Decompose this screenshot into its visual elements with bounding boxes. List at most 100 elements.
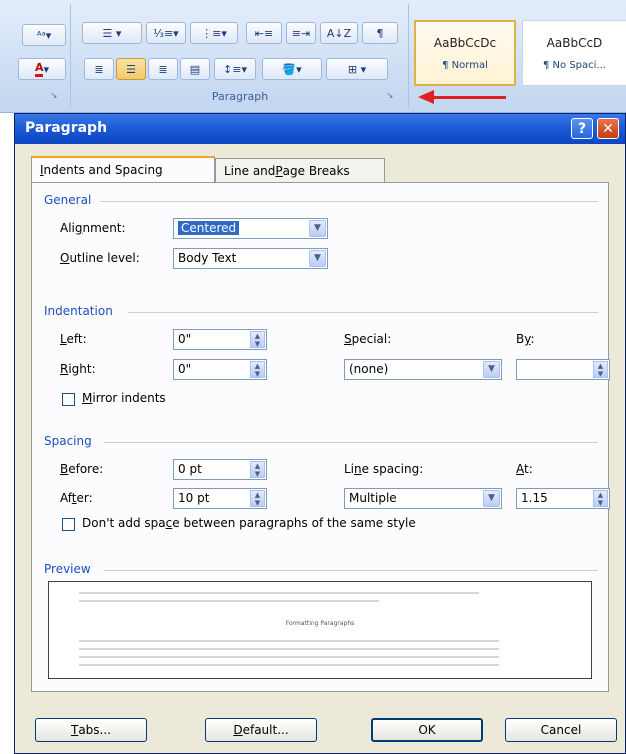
- chevron-down-icon[interactable]: ▼: [309, 220, 326, 237]
- pilcrow-icon: ¶: [376, 26, 384, 40]
- decrease-indent-button[interactable]: ⇤≡: [246, 22, 282, 44]
- show-hide-button[interactable]: ¶: [362, 22, 398, 44]
- ribbon: ᴬᵃ▾ A ▾ ↘ ☰ ▾ ⅓≡▾ ⋮≡▾ ⇤≡ ≡⇥ A↓Z ¶ ≣ ☰ ≣ ▤…: [0, 0, 626, 113]
- mirror-indents-checkbox[interactable]: [62, 393, 75, 406]
- label-part: efore:: [68, 462, 104, 476]
- label-part: nment:: [82, 221, 126, 235]
- label-part: e spacing:: [361, 462, 424, 476]
- after-value: 10 pt: [178, 491, 210, 505]
- right-indent-label: Right:: [60, 362, 96, 376]
- spinner-arrows-icon[interactable]: ▲ ▼: [250, 331, 265, 348]
- ok-button[interactable]: OK: [371, 718, 483, 742]
- button-accesskey: D: [233, 723, 243, 737]
- preview-following-line: [79, 656, 499, 658]
- shading-icon: 🪣▾: [282, 62, 302, 76]
- section-general: General: [44, 193, 92, 207]
- style-name: ¶ No Spaci...: [543, 59, 606, 71]
- after-spinner[interactable]: 10 pt ▲ ▼: [173, 488, 267, 509]
- label-part: er:: [76, 491, 93, 505]
- close-icon: ✕: [602, 120, 614, 137]
- spinner-arrows-icon[interactable]: ▲ ▼: [250, 361, 265, 378]
- dont-add-space-checkbox[interactable]: [62, 518, 75, 531]
- spinner-arrows-icon[interactable]: ▲ ▼: [250, 461, 265, 478]
- sort-button[interactable]: A↓Z: [320, 22, 358, 44]
- font-color-icon: A: [34, 61, 44, 77]
- align-left-button[interactable]: ≣: [84, 58, 114, 80]
- by-label: By:: [516, 332, 535, 346]
- font-dialog-launcher-icon[interactable]: ↘: [50, 91, 62, 103]
- line-spacing-button[interactable]: ↕≡▾: [214, 58, 256, 80]
- preview-sample-heading: Formatting Paragraphs: [285, 620, 355, 627]
- preview-following-line: [79, 648, 499, 650]
- align-center-icon: ☰: [126, 62, 136, 76]
- justify-button[interactable]: ▤: [180, 58, 210, 80]
- label-accesskey: g: [74, 221, 83, 235]
- right-indent-spinner[interactable]: 0" ▲ ▼: [173, 359, 267, 380]
- font-color-button[interactable]: A ▾: [18, 58, 66, 80]
- bullets-icon: ☰ ▾: [102, 26, 122, 40]
- ribbon-group-separator: [408, 4, 409, 108]
- divider: [128, 312, 598, 313]
- style-sample: AaBbCcDc: [433, 35, 497, 50]
- help-icon: ?: [577, 120, 587, 137]
- multilevel-list-button[interactable]: ⋮≡▾: [190, 22, 238, 44]
- before-spinner[interactable]: 0 pt ▲ ▼: [173, 459, 267, 480]
- divider: [104, 570, 598, 571]
- paragraph-dialog: Paragraph ? ✕ Indents and Spacing Line a…: [14, 113, 626, 754]
- dont-add-space-label[interactable]: Don't add space between paragraphs of th…: [82, 516, 416, 530]
- at-spinner[interactable]: 1.15 ▲ ▼: [516, 488, 610, 509]
- increase-indent-button[interactable]: ≡⇥: [286, 22, 316, 44]
- borders-icon: ⊞ ▾: [347, 62, 367, 76]
- style-no-spacing[interactable]: AaBbCcD ¶ No Spaci...: [522, 20, 626, 86]
- borders-button[interactable]: ⊞ ▾: [326, 58, 388, 80]
- chevron-down-icon[interactable]: ▼: [483, 490, 500, 507]
- spinner-arrows-icon[interactable]: ▲ ▼: [593, 490, 608, 507]
- line-spacing-icon: ↕≡▾: [223, 62, 247, 76]
- help-button[interactable]: ?: [571, 118, 593, 139]
- dialog-titlebar[interactable]: Paragraph ? ✕: [15, 114, 625, 144]
- shading-button[interactable]: 🪣▾: [262, 58, 322, 80]
- style-normal[interactable]: AaBbCcDc ¶ Normal: [414, 20, 516, 86]
- outline-level-value: Body Text: [178, 251, 237, 265]
- section-spacing: Spacing: [44, 434, 92, 448]
- close-button[interactable]: ✕: [597, 118, 619, 139]
- left-indent-label: Left:: [60, 332, 87, 346]
- align-right-icon: ≣: [158, 62, 168, 76]
- increase-indent-icon: ≡⇥: [291, 26, 311, 40]
- line-spacing-select[interactable]: Multiple ▼: [344, 488, 502, 509]
- alignment-select[interactable]: Centered ▼: [173, 218, 328, 239]
- tab-line-and-page-breaks[interactable]: Line and Page Breaks: [215, 158, 385, 182]
- cancel-button[interactable]: Cancel: [505, 718, 617, 742]
- sort-icon: A↓Z: [326, 26, 352, 40]
- line-spacing-label: Line spacing:: [344, 462, 423, 476]
- align-center-button[interactable]: ☰: [116, 58, 146, 80]
- label-part: :: [530, 332, 535, 346]
- tab-label-part: ndents and Spacing: [43, 163, 163, 177]
- change-case-icon: ᴬᵃ▾: [36, 28, 52, 42]
- chevron-down-icon[interactable]: ▼: [483, 361, 500, 378]
- chevron-down-icon[interactable]: ▼: [309, 250, 326, 267]
- button-label-part: abs...: [78, 723, 111, 737]
- label-accesskey: A: [516, 462, 524, 476]
- change-case-button[interactable]: ᴬᵃ▾: [22, 24, 66, 46]
- tab-indents-and-spacing[interactable]: Indents and Spacing: [31, 156, 215, 182]
- outline-level-select[interactable]: Body Text ▼: [173, 248, 328, 269]
- spinner-arrows-icon[interactable]: ▲ ▼: [250, 490, 265, 507]
- align-right-button[interactable]: ≣: [148, 58, 178, 80]
- style-name: ¶ Normal: [442, 59, 488, 71]
- by-spinner[interactable]: ▲ ▼: [516, 359, 610, 380]
- special-select[interactable]: (none) ▼: [344, 359, 502, 380]
- default-button[interactable]: Default...: [205, 718, 317, 742]
- spinner-arrows-icon[interactable]: ▲ ▼: [593, 361, 608, 378]
- paragraph-preview: Formatting Paragraphs: [48, 581, 592, 679]
- label-part: Af: [60, 491, 72, 505]
- left-indent-spinner[interactable]: 0" ▲ ▼: [173, 329, 267, 350]
- divider: [104, 442, 598, 443]
- paragraph-dialog-launcher-icon[interactable]: ↘: [386, 91, 398, 103]
- multilevel-list-icon: ⋮≡▾: [201, 26, 227, 40]
- mirror-indents-label[interactable]: Mirror indents: [82, 391, 166, 405]
- left-indent-value: 0": [178, 332, 192, 346]
- tabs-button[interactable]: Tabs...: [35, 718, 147, 742]
- numbering-button[interactable]: ⅓≡▾: [146, 22, 186, 44]
- bullets-button[interactable]: ☰ ▾: [82, 22, 142, 44]
